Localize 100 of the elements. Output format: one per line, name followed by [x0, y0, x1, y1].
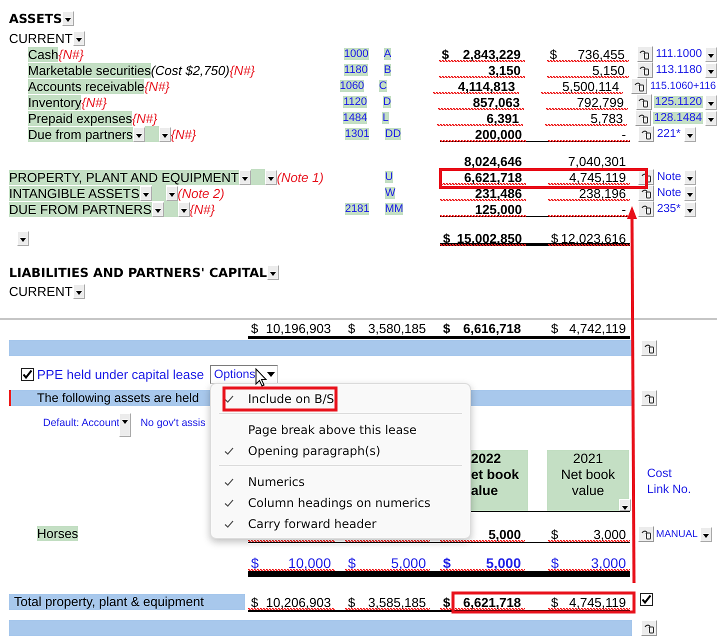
menu-item[interactable]: Column headings on numerics — [211, 492, 470, 513]
amount-cell-text: $ 3,580,185 — [347, 320, 427, 336]
amount-cell: $ 6,621,718 — [440, 594, 525, 610]
row-label: Inventory — [28, 94, 82, 110]
dropdown-button[interactable] — [705, 110, 717, 126]
dropdown-button[interactable] — [684, 170, 696, 184]
curved-arrow-icon — [634, 80, 645, 92]
checkbox[interactable] — [21, 368, 34, 380]
dropdown-button[interactable] — [62, 10, 74, 26]
amount-cell: $ 10,000 — [248, 555, 335, 571]
link-code: Note — [656, 187, 682, 199]
link-button[interactable] — [636, 94, 652, 110]
label-fill — [152, 185, 166, 201]
row-label: PROPERTY, PLANT AND EQUIPMENT — [9, 170, 239, 184]
cost-note: (Cost $2,750) — [150, 62, 230, 78]
dropdown-button[interactable] — [72, 30, 85, 46]
dropdown-button[interactable] — [684, 186, 696, 200]
account-number: 1120 — [343, 96, 368, 108]
dropdown-button[interactable] — [72, 284, 85, 298]
dropdown-button[interactable] — [17, 230, 29, 246]
link-button[interactable] — [641, 620, 657, 636]
link-code: 125.1120 — [654, 96, 703, 108]
curved-arrow-icon — [640, 528, 652, 540]
row-label: Marketable securities — [28, 62, 151, 78]
dropdown-button[interactable] — [705, 62, 717, 78]
dropdown-button[interactable] — [700, 526, 712, 542]
dropdown-button[interactable] — [238, 170, 251, 184]
curved-arrow-icon — [640, 128, 652, 140]
dropdown-button[interactable] — [619, 499, 631, 511]
link-code: 113.1180 — [654, 64, 703, 76]
asset-label: Horses — [37, 526, 78, 541]
link-button[interactable] — [635, 110, 652, 126]
dropdown-button[interactable] — [266, 264, 279, 280]
label-fill — [164, 201, 178, 217]
link-button[interactable] — [636, 46, 653, 62]
dropdown-button[interactable] — [152, 202, 164, 216]
menu-item[interactable]: Page break above this lease — [211, 419, 470, 440]
menu-item[interactable]: Numerics — [211, 471, 470, 492]
link-code: 235* — [656, 203, 682, 215]
link-code: MANUAL — [656, 528, 698, 540]
row-label: Prepaid expenses — [28, 110, 132, 126]
row-label: Due from partners — [28, 126, 133, 142]
amount-cell: $ 10,206,903 — [248, 594, 335, 610]
line-code: L — [382, 112, 389, 124]
link-button[interactable] — [638, 126, 654, 142]
note-tag: {N#} — [132, 110, 158, 126]
dropdown-button[interactable] — [264, 170, 277, 184]
curved-arrow-icon — [640, 188, 652, 198]
curved-arrow-icon — [639, 48, 650, 60]
account-number: 1180 — [344, 64, 368, 76]
link-button[interactable] — [638, 201, 654, 217]
amount-cell-text: 8,024,646 — [463, 153, 523, 169]
menu-item[interactable]: Opening paragraph(s) — [211, 440, 470, 461]
link-code: 115.1060+116 — [649, 80, 717, 92]
column-header: 2021 Net book value — [547, 450, 629, 511]
line-code: D — [383, 96, 392, 108]
checkbox[interactable] — [640, 593, 653, 606]
link-button[interactable] — [641, 390, 657, 406]
menu-item[interactable]: Include on B/S — [211, 388, 470, 409]
dropdown-button[interactable] — [166, 186, 178, 200]
link-button[interactable] — [631, 78, 648, 94]
section-heading: LIABILITIES AND PARTNERS' CAPITAL — [9, 264, 267, 280]
column-header: 2022 et book alue — [469, 450, 528, 511]
options-dropdown[interactable]: Options — [210, 364, 278, 384]
link-button[interactable] — [636, 62, 653, 78]
amount-cell: $ 5,000 — [440, 555, 525, 571]
dropdown-button[interactable] — [705, 46, 717, 62]
dropdown-button[interactable] — [178, 202, 190, 216]
row-label: Cash — [28, 46, 58, 62]
amount-cell: $ 3,000 — [548, 555, 630, 571]
dropdown-button[interactable] — [140, 186, 152, 200]
subsection-heading: CURRENT — [9, 30, 73, 46]
amount-cell: $ 3,000 — [548, 526, 630, 542]
amount-cell: $ 5,000 — [345, 555, 430, 571]
total-label: Total property, plant & equipment — [9, 594, 245, 610]
dropdown-button[interactable] — [705, 94, 717, 110]
dropdown-button[interactable] — [119, 413, 132, 437]
note-tag: (Note 1) — [276, 170, 324, 184]
link-button[interactable] — [641, 340, 657, 356]
link-code: 221* — [656, 128, 682, 140]
dropdown-button[interactable] — [684, 202, 696, 216]
link-button[interactable] — [638, 526, 654, 542]
amount-cell: $ 2,843,229 — [438, 46, 525, 62]
curved-arrow-icon — [644, 342, 654, 354]
line-code: MM — [385, 203, 404, 215]
dropdown-button[interactable] — [684, 126, 696, 142]
label-fill — [250, 169, 265, 185]
link-code: 111.1000 — [654, 48, 703, 60]
line-code: A — [384, 48, 392, 60]
curved-arrow-icon — [640, 172, 652, 182]
amount-cell: $ 15,002,850 — [440, 230, 526, 246]
amount-cell-text: $ 4,742,119 — [550, 320, 627, 336]
row-label: DUE FROM PARTNERS — [9, 202, 152, 216]
curved-arrow-icon — [644, 392, 654, 404]
dropdown-button[interactable] — [132, 126, 145, 142]
note-tag: {N#} — [170, 126, 196, 142]
link-code: Note — [656, 171, 682, 183]
dropdown-button[interactable] — [158, 126, 171, 142]
account-number: 1484 — [342, 112, 368, 124]
amount-cell-text: $ 10,196,903 — [250, 320, 332, 336]
